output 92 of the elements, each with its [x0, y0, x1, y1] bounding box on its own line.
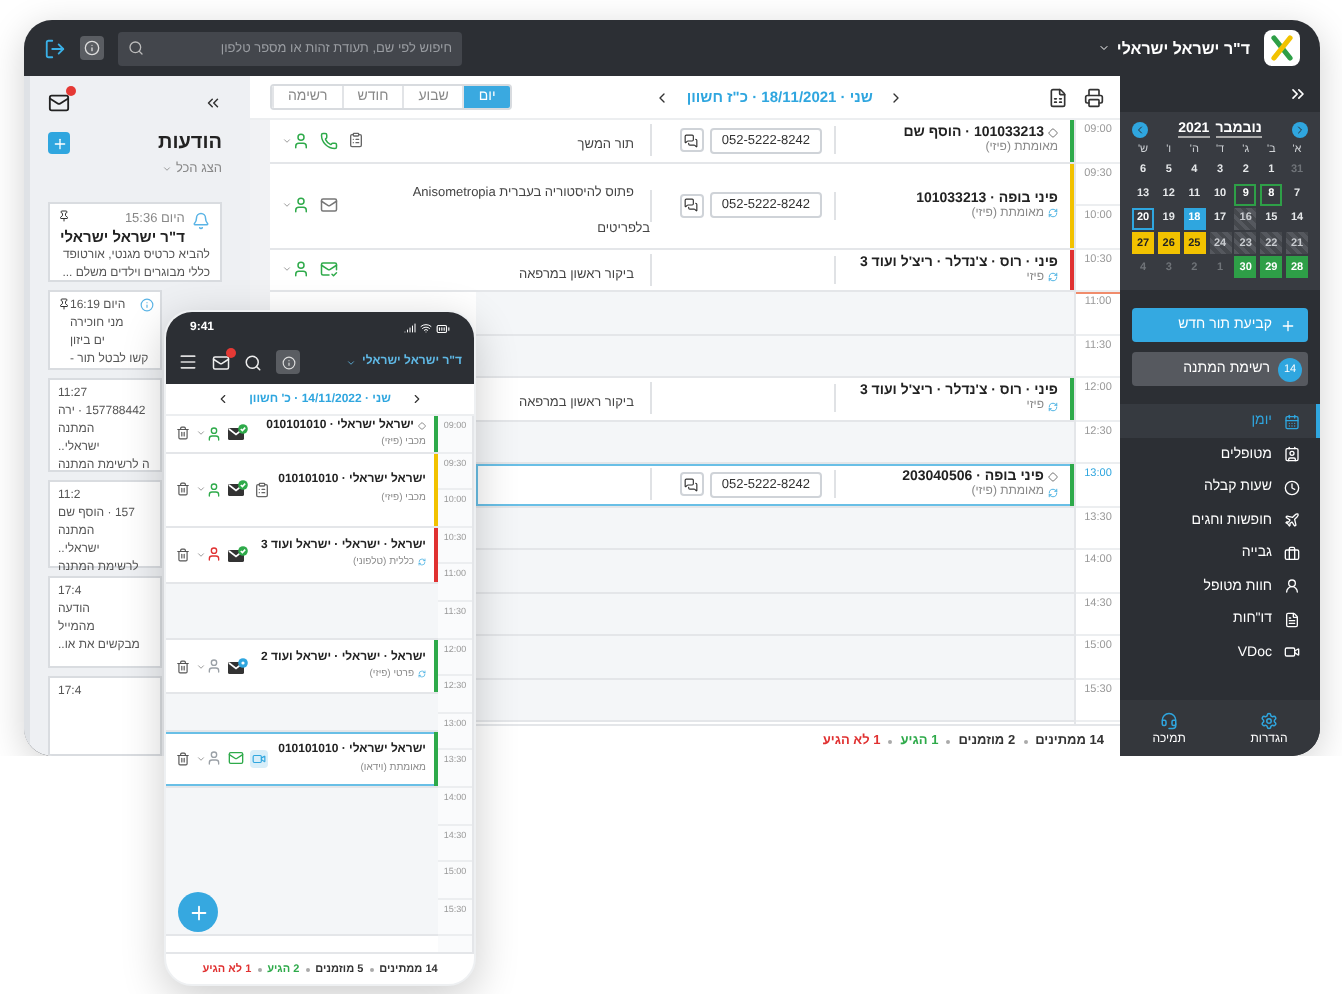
- caret-icon[interactable]: [282, 264, 292, 275]
- plus-icon: [1280, 317, 1296, 334]
- clipboard-icon: [348, 132, 364, 149]
- briefcase-icon: [1284, 545, 1300, 562]
- chat-button[interactable]: [679, 472, 704, 497]
- refresh-icon: [1048, 272, 1058, 283]
- patient-status-icon[interactable]: [206, 750, 222, 767]
- info-icon: [140, 298, 154, 312]
- refresh-icon: [418, 558, 426, 567]
- video-icon: [1284, 644, 1300, 661]
- previous-month-button[interactable]: [1132, 122, 1149, 138]
- next-month-button[interactable]: [1292, 122, 1308, 138]
- refresh-icon: [1048, 487, 1058, 498]
- info-button[interactable]: [276, 350, 300, 374]
- collapse-icon[interactable]: [1288, 84, 1308, 104]
- refresh-icon: [418, 670, 426, 679]
- refresh-icon: [1048, 208, 1058, 218]
- wifi-icon: [420, 322, 432, 334]
- chat-button[interactable]: [679, 128, 704, 153]
- caret-icon[interactable]: [196, 661, 206, 671]
- patient-status-icon[interactable]: [292, 196, 310, 214]
- bell-icon: [192, 212, 210, 230]
- patient-status-icon[interactable]: [206, 481, 222, 498]
- chat-icon: [684, 198, 699, 212]
- clipboard-icon: [254, 481, 270, 498]
- settings-icon: [1260, 711, 1279, 729]
- video-button[interactable]: [250, 749, 268, 768]
- pin-icon: [58, 298, 70, 310]
- pin-icon: [58, 210, 70, 222]
- patient-status-icon[interactable]: [206, 658, 222, 674]
- trash-icon[interactable]: [176, 547, 190, 562]
- diamond-icon: [1048, 128, 1058, 139]
- next-icon[interactable]: [410, 392, 425, 406]
- spreadsheet-icon[interactable]: [1048, 87, 1068, 107]
- caret-icon[interactable]: [282, 135, 292, 146]
- chevron-icon: [1134, 124, 1147, 136]
- phone-icon: [320, 131, 338, 150]
- empty-time-slot[interactable]: [166, 787, 438, 937]
- trash-icon[interactable]: [176, 659, 190, 673]
- search-icon: [128, 40, 144, 56]
- info-button[interactable]: [80, 36, 104, 60]
- info-icon: [281, 355, 295, 369]
- info-icon: [84, 40, 100, 56]
- caret-icon[interactable]: [196, 549, 206, 560]
- contact-card-icon: [1284, 446, 1300, 463]
- search-icon[interactable]: [244, 353, 262, 371]
- app-logo: [1264, 30, 1300, 66]
- chat-icon: [684, 133, 699, 148]
- plus-icon: [51, 135, 67, 151]
- user-icon: [1284, 578, 1300, 595]
- user-menu[interactable]: ד"ר ישראל ישראלי: [1098, 39, 1250, 57]
- caret-icon[interactable]: [196, 753, 206, 764]
- diamond-icon: [1048, 472, 1058, 483]
- caret-icon[interactable]: [196, 428, 206, 439]
- caret-icon[interactable]: [282, 200, 292, 210]
- chat-button[interactable]: [679, 193, 704, 217]
- collapse-icon[interactable]: [204, 93, 222, 111]
- logout-icon[interactable]: [44, 37, 66, 59]
- signal-icon: [404, 322, 416, 334]
- plus-icon: [187, 901, 209, 923]
- empty-time-slot[interactable]: [166, 694, 438, 733]
- battery-icon: [436, 321, 450, 335]
- add-button[interactable]: [48, 132, 70, 154]
- document-icon: [1284, 611, 1300, 628]
- print-icon[interactable]: [1084, 87, 1104, 107]
- refresh-icon: [1048, 401, 1058, 412]
- caret-icon: [346, 357, 357, 367]
- headset-icon: [1160, 711, 1179, 729]
- clock-icon: [1284, 479, 1300, 496]
- video-icon: [252, 751, 266, 766]
- current-time-line: [1076, 292, 1120, 294]
- caret-icon[interactable]: [196, 484, 206, 495]
- envelope-icon: [212, 353, 230, 371]
- chat-icon: [684, 477, 699, 492]
- panel-title: הודעות: [158, 132, 222, 154]
- trash-icon[interactable]: [176, 751, 190, 766]
- patient-status-icon[interactable]: [206, 425, 222, 442]
- patient-status-icon[interactable]: [292, 131, 310, 150]
- patient-status-icon[interactable]: [206, 546, 222, 563]
- envelope-icon: [48, 91, 70, 113]
- previous-icon[interactable]: [215, 392, 230, 406]
- calendar-icon: [1284, 413, 1300, 430]
- caret-icon: [161, 164, 172, 174]
- trash-icon[interactable]: [176, 426, 190, 441]
- messages-button[interactable]: [48, 91, 70, 113]
- caret-icon: [1098, 42, 1111, 54]
- menu-icon[interactable]: [178, 352, 198, 372]
- diamond-icon: [418, 422, 426, 431]
- patient-status-icon[interactable]: [292, 260, 310, 279]
- chevron-icon: [1294, 124, 1306, 136]
- plane-icon: [1284, 512, 1300, 529]
- trash-icon[interactable]: [176, 482, 190, 497]
